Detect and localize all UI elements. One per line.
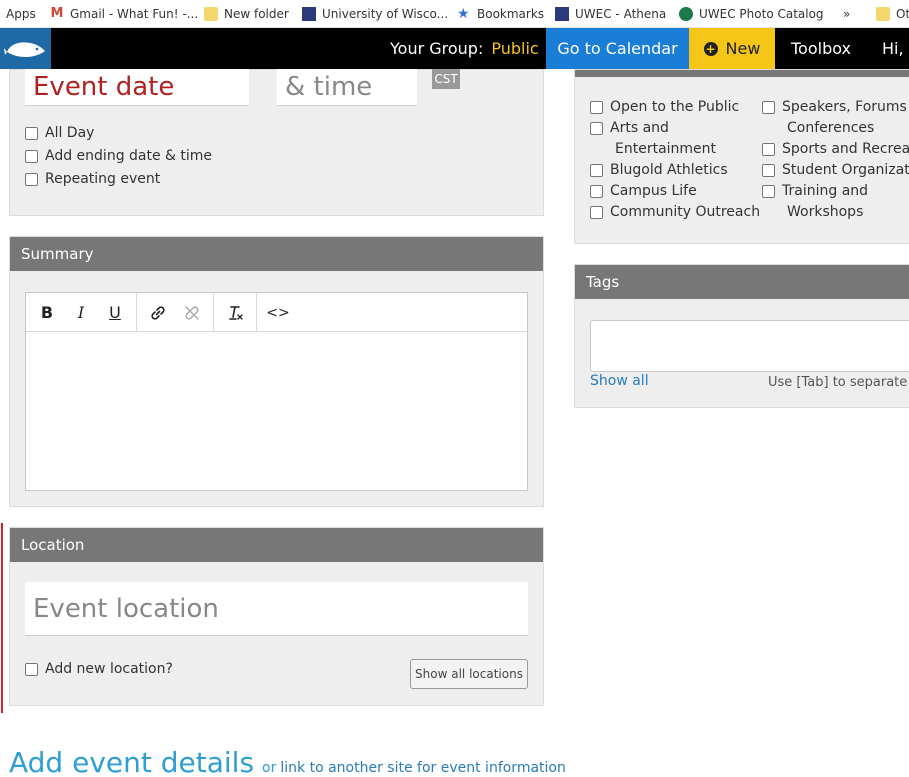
category-arts-label-cont: Entertainment xyxy=(615,141,717,157)
folder-icon xyxy=(876,7,890,21)
category-speakers[interactable]: Speakers, Forums an xyxy=(762,99,909,115)
checkbox-box[interactable] xyxy=(762,163,775,177)
toolbar-divider xyxy=(136,293,137,332)
tags-hint: Use [Tab] to separate t xyxy=(768,375,909,390)
italic-button[interactable]: I xyxy=(67,293,95,332)
details-or-text: or xyxy=(262,760,277,776)
toolbar-divider xyxy=(213,293,214,332)
location-header: Location xyxy=(10,528,543,562)
bookmark-other[interactable]: Ot xyxy=(876,0,909,28)
bookmark-athena[interactable]: UWEC - Athena xyxy=(555,0,666,28)
timezone-badge: CST xyxy=(432,69,460,89)
bookmark-new-folder[interactable]: New folder xyxy=(204,0,289,28)
checkbox-box[interactable] xyxy=(590,100,603,114)
event-time-input[interactable]: & time xyxy=(277,69,417,106)
chevrons-right-icon: » xyxy=(843,7,851,21)
event-date-input[interactable]: Event date xyxy=(25,69,249,106)
category-community-outreach[interactable]: Community Outreach xyxy=(590,204,760,220)
toolbar-divider xyxy=(256,293,257,332)
category-sports[interactable]: Sports and Recreatio xyxy=(762,141,909,157)
show-all-locations-button[interactable]: Show all locations xyxy=(410,659,528,689)
link-button[interactable] xyxy=(144,293,172,332)
category-training-label-cont: Workshops xyxy=(787,204,864,220)
category-arts[interactable]: Arts and xyxy=(590,120,669,136)
all-day-checkbox[interactable]: All Day xyxy=(25,125,94,141)
add-event-details-title[interactable]: Add event details xyxy=(9,746,254,777)
bookmark-gmail[interactable]: M Gmail - What Fun! -... xyxy=(50,0,199,28)
unlink-icon xyxy=(185,305,199,320)
photo-icon xyxy=(679,7,693,21)
checkbox-box[interactable] xyxy=(762,184,775,198)
gmail-icon: M xyxy=(50,6,64,21)
editor-toolbar: B I U <> xyxy=(26,293,527,332)
event-location-input[interactable]: Event location xyxy=(25,582,528,636)
plus-circle-icon: + xyxy=(703,41,718,56)
bookmarks-bar: Apps M Gmail - What Fun! -... New folder… xyxy=(0,0,909,28)
uw-icon xyxy=(302,7,316,21)
group-selector[interactable]: Your Group: Public xyxy=(390,28,539,69)
add-ending-checkbox[interactable]: Add ending date & time xyxy=(25,148,212,164)
checkbox-box[interactable] xyxy=(762,142,775,156)
category-campus-life[interactable]: Campus Life xyxy=(590,183,697,199)
clear-format-icon xyxy=(229,305,243,320)
summary-header: Summary xyxy=(10,237,543,271)
code-icon: <> xyxy=(266,304,290,321)
add-new-location-checkbox[interactable]: Add new location? xyxy=(25,661,173,677)
go-to-calendar-button[interactable]: Go to Calendar xyxy=(546,28,689,69)
new-button[interactable]: + New xyxy=(689,28,775,69)
source-code-button[interactable]: <> xyxy=(264,293,292,332)
category-student-orgs[interactable]: Student Organizatio xyxy=(762,162,909,178)
summary-editor[interactable]: B I U <> xyxy=(25,292,528,491)
checkbox-box[interactable] xyxy=(590,205,603,219)
repeating-checkbox[interactable]: Repeating event xyxy=(25,171,160,187)
whale-logo-icon xyxy=(3,41,45,57)
checkbox-box[interactable] xyxy=(25,149,38,163)
bookmark-university[interactable]: University of Wisco... xyxy=(302,0,448,28)
bookmark-bookmarks[interactable]: ★ Bookmarks xyxy=(457,0,544,28)
app-logo[interactable] xyxy=(0,28,51,69)
checkbox-box[interactable] xyxy=(762,100,775,114)
categories-header xyxy=(575,70,909,77)
category-speakers-label-cont: Conferences xyxy=(787,120,875,136)
uw-icon xyxy=(555,7,569,21)
underline-button[interactable]: U xyxy=(101,293,129,332)
app-header: Your Group: Public Go to Calendar + New … xyxy=(0,28,909,69)
validation-marker xyxy=(1,523,3,713)
link-icon xyxy=(151,305,165,320)
bookmark-apps[interactable]: Apps xyxy=(6,0,36,28)
tags-input[interactable] xyxy=(590,320,909,372)
tags-header: Tags xyxy=(575,265,909,299)
checkbox-box[interactable] xyxy=(590,121,603,135)
unlink-button[interactable] xyxy=(178,293,206,332)
add-event-details: Add event details or link to another sit… xyxy=(9,746,566,777)
external-link[interactable]: link to another site for event informati… xyxy=(280,760,565,776)
group-value: Public xyxy=(491,39,539,58)
bold-button[interactable]: B xyxy=(33,293,61,332)
star-icon: ★ xyxy=(457,6,470,22)
user-greeting[interactable]: Hi, I xyxy=(882,28,909,69)
category-training[interactable]: Training and xyxy=(762,183,868,199)
category-open-to-public[interactable]: Open to the Public xyxy=(590,99,739,115)
checkbox-box[interactable] xyxy=(25,662,38,676)
checkbox-box[interactable] xyxy=(25,126,38,140)
toolbox-button[interactable]: Toolbox xyxy=(791,28,851,69)
folder-icon xyxy=(204,7,218,21)
bookmark-photo-catalog[interactable]: UWEC Photo Catalog xyxy=(679,0,824,28)
category-blugold-athletics[interactable]: Blugold Athletics xyxy=(590,162,728,178)
checkbox-box[interactable] xyxy=(590,184,603,198)
bookmarks-overflow-button[interactable]: » xyxy=(843,0,850,28)
tags-show-all-link[interactable]: Show all xyxy=(590,373,649,389)
checkbox-box[interactable] xyxy=(25,172,38,186)
clear-format-button[interactable] xyxy=(221,293,249,332)
checkbox-box[interactable] xyxy=(590,163,603,177)
